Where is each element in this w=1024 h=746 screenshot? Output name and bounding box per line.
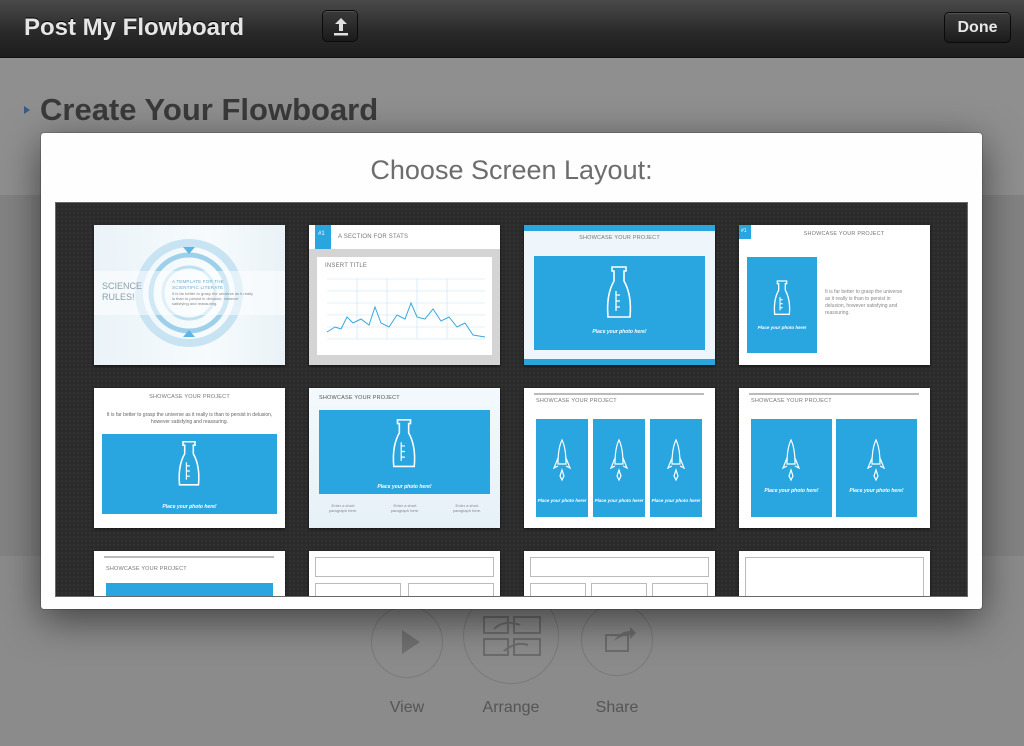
caption-center: Enter a short paragraph here. <box>390 503 420 513</box>
layout-thumbnail-text-photo[interactable]: SHOWCASE YOUR PROJECT It is far better t… <box>94 388 285 528</box>
chart-panel: INSERT TITLE <box>317 257 492 355</box>
app-window: Post My Flowboard Done Create Your Flowb… <box>0 0 1024 746</box>
screen-layout-dialog: Choose Screen Layout: SCIENCE RULES! A T… <box>41 133 982 609</box>
photo-caption: Place your photo here! <box>162 504 217 510</box>
placeholder-box <box>591 583 647 596</box>
placeholder-box <box>530 583 586 596</box>
flask-icon <box>606 266 632 318</box>
photo-caption: Place your photo here! <box>592 329 647 335</box>
layout-thumbnail-photo-captions[interactable]: SHOWCASE YOUR PROJECT Place your photo h… <box>309 388 500 528</box>
placeholder-box <box>745 557 924 596</box>
tile-section-title: A SECTION FOR STATS <box>338 234 409 240</box>
layout-thumbnail-photo-text[interactable]: #1 SHOWCASE YOUR PROJECT Place your phot… <box>739 225 930 365</box>
dialog-title: Choose Screen Layout: <box>370 155 653 185</box>
tile-rule <box>104 556 274 558</box>
share-button[interactable] <box>581 604 653 676</box>
view-button[interactable] <box>371 606 443 678</box>
layout-thumbnail-showcase[interactable]: SHOWCASE YOUR PROJECT Place your photo h… <box>524 225 715 365</box>
photo-placeholder <box>106 583 273 596</box>
placeholder-box <box>408 583 494 596</box>
tile-top-bar <box>524 225 715 231</box>
tile-subtitle: A TEMPLATE FOR THE SCIENTIFIC LITERATE <box>172 279 224 290</box>
tile-title: SHOWCASE YOUR PROJECT <box>319 395 400 401</box>
placeholder-box <box>652 583 708 596</box>
layout-thumbnail-blank[interactable] <box>739 551 930 596</box>
layout-thumbnail-two-columns[interactable]: SHOWCASE YOUR PROJECT Place your photo h… <box>739 388 930 528</box>
flask-icon <box>392 419 416 468</box>
tile-title: SHOWCASE YOUR PROJECT <box>149 394 230 400</box>
layout-thumbnail-blank-grid[interactable] <box>309 551 500 596</box>
layout-thumbnail-title[interactable]: SCIENCE RULES! A TEMPLATE FOR THE SCIENT… <box>94 225 285 365</box>
page-heading: Create Your Flowboard <box>24 92 378 128</box>
done-button[interactable]: Done <box>944 12 1011 43</box>
tile-badge: #1 <box>739 225 751 239</box>
disclosure-triangle-icon <box>24 106 30 114</box>
tile-title: SCIENCE RULES! <box>102 281 143 302</box>
photo-caption-3: Place your photo here! <box>651 498 701 503</box>
flask-icon <box>178 440 200 486</box>
rocket-icon <box>552 438 686 482</box>
tile-bottom-bar <box>524 359 715 365</box>
view-label: View <box>389 699 425 716</box>
play-icon <box>402 630 420 654</box>
tile-paragraph: It is far better to grasp the universe a… <box>172 291 253 306</box>
upload-button[interactable] <box>322 10 358 42</box>
placeholder-box <box>530 557 709 577</box>
caption-left: Enter a short paragraph here. <box>328 503 358 513</box>
flask-icon <box>773 280 791 315</box>
layout-thumbnail-blank-columns[interactable] <box>524 551 715 596</box>
layout-thumbnail-three-columns[interactable]: SHOWCASE YOUR PROJECT Place your photo h… <box>524 388 715 528</box>
upload-icon <box>334 18 348 36</box>
layout-thumbnail-showcase-banner[interactable]: SHOWCASE YOUR PROJECT <box>94 551 285 596</box>
photo-caption: Place your photo here! <box>377 484 432 490</box>
tile-paragraph: It is far better to grasp the universe a… <box>106 412 273 425</box>
photo-caption: Place your photo here! <box>757 325 807 330</box>
photo-caption-1: Place your photo here! <box>537 498 587 503</box>
share-label: Share <box>595 699 639 716</box>
app-title: Post My Flowboard <box>24 14 245 41</box>
rocket-icon <box>781 438 886 482</box>
line-chart-graphic <box>326 278 486 340</box>
tile-badge: #1 <box>315 225 331 249</box>
share-icon <box>605 627 636 652</box>
photo-caption-2: Place your photo here! <box>594 498 644 503</box>
layout-grid[interactable]: SCIENCE RULES! A TEMPLATE FOR THE SCIENT… <box>55 202 968 597</box>
layout-thumbnail-stats[interactable]: #1 A SECTION FOR STATS INSERT TITLE <box>309 225 500 365</box>
photo-caption-1: Place your photo here! <box>764 488 819 494</box>
photo-caption-2: Place your photo here! <box>849 488 904 494</box>
tile-paragraph: It is far better to grasp the universe a… <box>825 289 903 316</box>
arrange-label: Arrange <box>482 699 540 716</box>
page-heading-text: Create Your Flowboard <box>40 92 379 127</box>
placeholder-box <box>315 557 494 577</box>
caption-right: Enter a short paragraph here. <box>452 503 482 513</box>
tile-title: SHOWCASE YOUR PROJECT <box>106 566 187 572</box>
tile-title: SHOWCASE YOUR PROJECT <box>579 235 660 241</box>
tile-title: SHOWCASE YOUR PROJECT <box>803 231 885 237</box>
top-bar: Post My Flowboard Done <box>0 0 1024 58</box>
placeholder-box <box>315 583 401 596</box>
